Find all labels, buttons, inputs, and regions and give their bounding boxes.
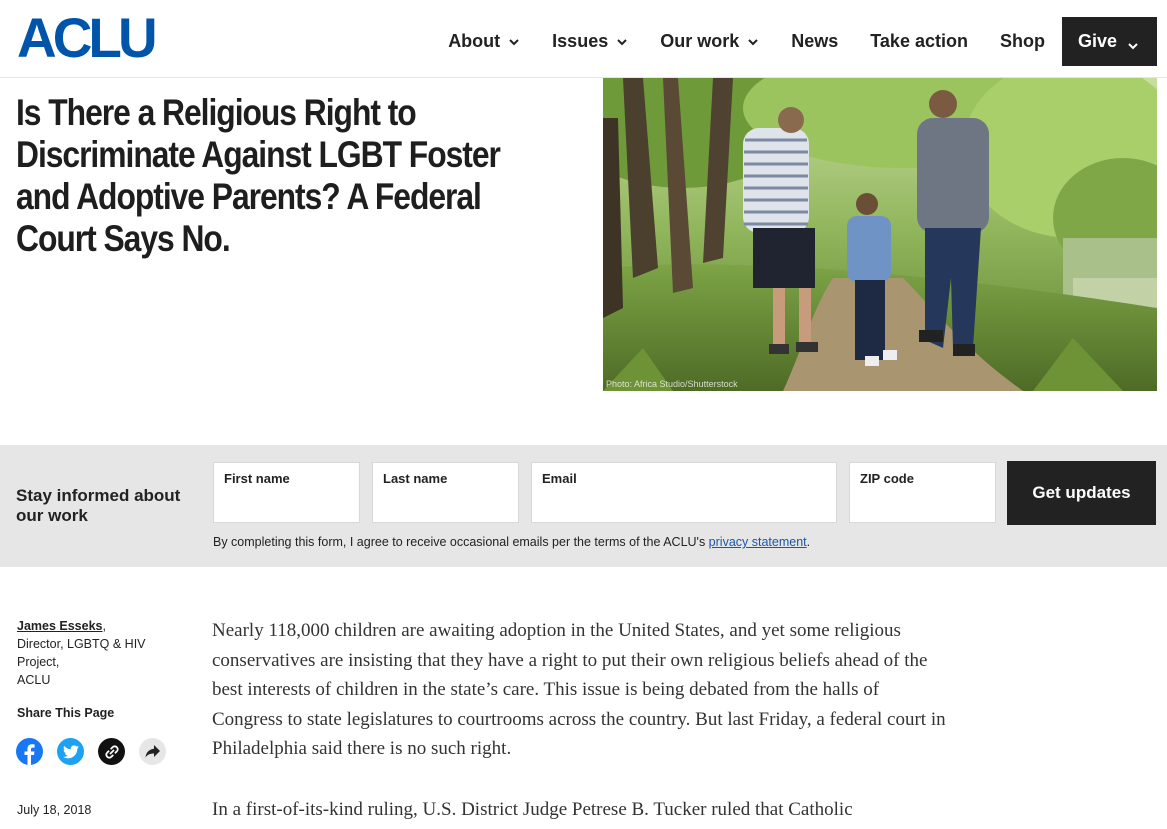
hero-image: Photo: Africa Studio/Shutterstock: [603, 78, 1157, 391]
zip-label: ZIP code: [860, 471, 914, 486]
link-icon: [104, 744, 119, 759]
site-header: ACLU About Issues Our work News Take act…: [0, 0, 1167, 78]
aclu-logo[interactable]: ACLU: [17, 10, 158, 66]
share-title: Share This Page: [17, 706, 115, 720]
nav-label-our-work: Our work: [660, 31, 740, 51]
author-byline: James Esseks, Director, LGBTQ & HIV Proj…: [17, 617, 177, 689]
copy-link-button[interactable]: [98, 738, 125, 765]
last-name-input[interactable]: [383, 500, 508, 516]
twitter-share-button[interactable]: [57, 738, 84, 765]
first-name-field[interactable]: First name: [213, 462, 360, 523]
more-share-button[interactable]: [139, 738, 166, 765]
nav-item-shop[interactable]: Shop: [1000, 31, 1045, 52]
disclaimer-end: .: [806, 535, 811, 549]
facebook-icon: [24, 744, 35, 765]
chevron-down-icon: [616, 36, 628, 48]
signup-disclaimer: By completing this form, I agree to rece…: [213, 535, 810, 549]
nav-item-news[interactable]: News: [791, 31, 838, 52]
chevron-down-icon: [1127, 36, 1139, 49]
nav-label-take-action: Take action: [870, 31, 968, 51]
article-body: Nearly 118,000 children are awaiting ado…: [212, 616, 952, 829]
photo-credit: Photo: Africa Studio/Shutterstock: [606, 379, 738, 389]
nav-item-take-action[interactable]: Take action: [870, 31, 968, 52]
chevron-down-icon: [747, 36, 759, 48]
signup-title: Stay informed about our work: [16, 486, 181, 525]
zip-field[interactable]: ZIP code: [849, 462, 996, 523]
first-name-input[interactable]: [224, 500, 349, 516]
nav-label-shop: Shop: [999, 31, 1045, 51]
last-name-field[interactable]: Last name: [372, 462, 519, 523]
article-headline: Is There a Religious Right to Discrimina…: [16, 92, 501, 259]
last-name-label: Last name: [383, 471, 448, 486]
article-paragraph: Nearly 118,000 children are awaiting ado…: [212, 620, 946, 759]
share-icon: [145, 745, 160, 758]
nav-item-issues[interactable]: Issues: [552, 31, 628, 52]
family-walking-photo: [603, 78, 1157, 391]
get-updates-button[interactable]: Get updates: [1007, 461, 1156, 525]
privacy-statement-link[interactable]: privacy statement: [709, 535, 807, 549]
twitter-icon: [62, 744, 79, 758]
author-org: ACLU: [17, 673, 51, 687]
nav-item-our-work[interactable]: Our work: [660, 31, 759, 52]
disclaimer-text: By completing this form, I agree to rece…: [213, 535, 709, 549]
author-role: Director, LGBTQ & HIV Project,: [17, 637, 146, 669]
email-input[interactable]: [542, 500, 826, 516]
main-nav: About Issues Our work News Take action S…: [416, 17, 1157, 66]
nav-label-issues: Issues: [552, 31, 609, 51]
share-buttons: [16, 738, 180, 765]
facebook-share-button[interactable]: [16, 738, 43, 765]
nav-item-about[interactable]: About: [448, 31, 520, 52]
author-name-suffix: ,: [102, 619, 106, 633]
email-label: Email: [542, 471, 577, 486]
nav-label-about: About: [448, 31, 501, 51]
author-name-link[interactable]: James Esseks: [17, 619, 103, 633]
chevron-down-icon: [508, 36, 520, 48]
newsletter-signup: Stay informed about our work First name …: [0, 445, 1167, 567]
zip-input[interactable]: [860, 500, 985, 516]
nav-label-news: News: [791, 31, 839, 51]
give-label: Give: [1077, 31, 1117, 51]
first-name-label: First name: [224, 471, 290, 486]
give-button[interactable]: Give: [1061, 17, 1157, 66]
email-field[interactable]: Email: [531, 462, 837, 523]
article-paragraph: In a first-of-its-kind ruling, U.S. Dist…: [212, 798, 853, 820]
publish-date: July 18, 2018: [17, 803, 92, 817]
